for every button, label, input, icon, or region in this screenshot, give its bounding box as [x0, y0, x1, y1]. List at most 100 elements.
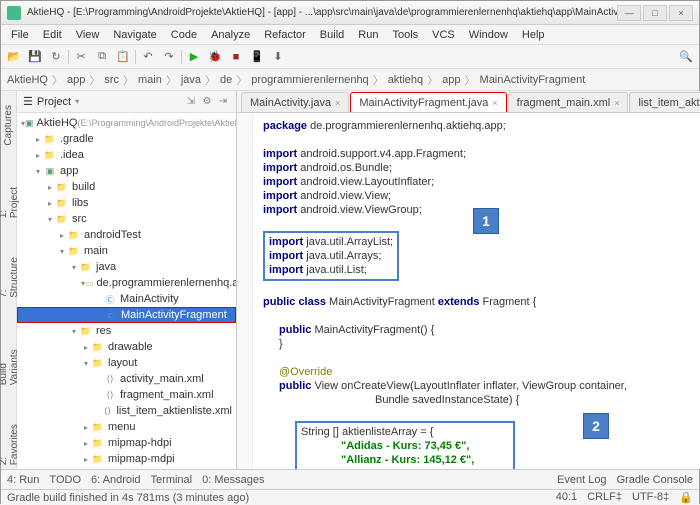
- tree-row[interactable]: ▾▣app: [17, 163, 236, 179]
- chevron-down-icon[interactable]: ▾: [75, 97, 79, 106]
- tree-row[interactable]: ⒸMainActivity: [17, 291, 236, 307]
- breadcrumb-item[interactable]: app: [442, 74, 460, 86]
- breadcrumb-item[interactable]: java: [181, 74, 201, 86]
- expand-arrow-icon[interactable]: ▸: [81, 343, 91, 352]
- minimize-button[interactable]: —: [617, 5, 641, 21]
- project-tree[interactable]: ▾▣AktieHQ (E:\Programming\AndroidProjekt…: [17, 113, 236, 469]
- sdk-icon[interactable]: ⬇: [269, 48, 287, 66]
- menu-vcs[interactable]: VCS: [426, 27, 461, 43]
- tree-row[interactable]: ⟨⟩list_item_aktienliste.xml: [17, 403, 236, 419]
- left-tool-tab[interactable]: 7: Structure: [0, 252, 22, 302]
- tab-close-icon[interactable]: ×: [492, 98, 497, 108]
- save-icon[interactable]: 💾: [26, 48, 44, 66]
- tree-row[interactable]: ▾📁res: [17, 323, 236, 339]
- tree-row[interactable]: ▸📁.gradle: [17, 131, 236, 147]
- editor-tab[interactable]: fragment_main.xml×: [508, 92, 629, 112]
- cut-icon[interactable]: ✂: [72, 48, 90, 66]
- maximize-button[interactable]: □: [643, 5, 667, 21]
- open-icon[interactable]: 📂: [5, 48, 23, 66]
- tree-row[interactable]: ▸📁build: [17, 179, 236, 195]
- bottom-tool-tab[interactable]: 4: Run: [7, 474, 39, 486]
- left-tool-tab[interactable]: 1: Project: [0, 180, 22, 222]
- menu-navigate[interactable]: Navigate: [107, 27, 162, 43]
- tree-row[interactable]: ▸📁mipmap-hdpi: [17, 435, 236, 451]
- gear-icon[interactable]: ⚙: [200, 95, 214, 109]
- breadcrumb-item[interactable]: AktieHQ: [7, 74, 48, 86]
- tree-row[interactable]: ▸📁androidTest: [17, 227, 236, 243]
- breadcrumb-item[interactable]: MainActivityFragment: [480, 74, 586, 86]
- bottom-tool-tab[interactable]: Gradle Console: [617, 474, 693, 486]
- expand-arrow-icon[interactable]: ▸: [45, 199, 55, 208]
- stop-icon[interactable]: ■: [227, 48, 245, 66]
- expand-arrow-icon[interactable]: ▾: [69, 263, 79, 272]
- expand-arrow-icon[interactable]: ▾: [81, 359, 91, 368]
- menu-window[interactable]: Window: [463, 27, 514, 43]
- menu-run[interactable]: Run: [352, 27, 384, 43]
- menu-edit[interactable]: Edit: [37, 27, 68, 43]
- editor-tab[interactable]: MainActivity.java×: [241, 92, 349, 112]
- breadcrumb-item[interactable]: src: [104, 74, 119, 86]
- tree-row[interactable]: ▸📁menu: [17, 419, 236, 435]
- line-separator[interactable]: CRLF‡: [587, 491, 622, 504]
- expand-arrow-icon[interactable]: ▾: [57, 247, 67, 256]
- tab-close-icon[interactable]: ×: [614, 98, 619, 108]
- left-tool-tab[interactable]: Build Variants: [0, 332, 22, 389]
- expand-arrow-icon[interactable]: ▸: [45, 183, 55, 192]
- left-tool-tab[interactable]: Captures: [1, 101, 16, 150]
- tree-row[interactable]: ⟨⟩fragment_main.xml: [17, 387, 236, 403]
- menu-refactor[interactable]: Refactor: [258, 27, 312, 43]
- undo-icon[interactable]: ↶: [139, 48, 157, 66]
- breadcrumb-item[interactable]: de: [220, 74, 232, 86]
- expand-arrow-icon[interactable]: ▸: [81, 423, 91, 432]
- expand-arrow-icon[interactable]: ▾: [33, 167, 43, 176]
- search-icon[interactable]: 🔍: [677, 48, 695, 66]
- close-button[interactable]: ×: [669, 5, 693, 21]
- redo-icon[interactable]: ↷: [160, 48, 178, 66]
- file-encoding[interactable]: UTF-8‡: [632, 491, 669, 504]
- tab-close-icon[interactable]: ×: [335, 98, 340, 108]
- breadcrumb-item[interactable]: aktiehq: [388, 74, 423, 86]
- tree-row[interactable]: ▾📁layout: [17, 355, 236, 371]
- tree-row[interactable]: ▸📁mipmap-xhdpi: [17, 467, 236, 469]
- copy-icon[interactable]: ⧉: [93, 48, 111, 66]
- breadcrumb-item[interactable]: main: [138, 74, 162, 86]
- menu-view[interactable]: View: [70, 27, 106, 43]
- expand-arrow-icon[interactable]: ▾: [69, 327, 79, 336]
- bottom-tool-tab[interactable]: TODO: [49, 474, 81, 486]
- code-editor[interactable]: package de.programmierenlernenhq.aktiehq…: [253, 113, 700, 469]
- expand-arrow-icon[interactable]: ▸: [33, 151, 43, 160]
- expand-arrow-icon[interactable]: ▸: [33, 135, 43, 144]
- bottom-tool-tab[interactable]: Event Log: [557, 474, 607, 486]
- tree-row[interactable]: ▸📁drawable: [17, 339, 236, 355]
- hide-icon[interactable]: ⇥: [216, 95, 230, 109]
- expand-arrow-icon[interactable]: ▸: [81, 439, 91, 448]
- expand-arrow-icon[interactable]: ▾: [45, 215, 55, 224]
- left-tool-tab[interactable]: 2: Favorites: [0, 419, 22, 469]
- breadcrumb-item[interactable]: programmierenlernenhq: [251, 74, 368, 86]
- breadcrumb-item[interactable]: app: [67, 74, 85, 86]
- tree-row[interactable]: ▸📁.idea: [17, 147, 236, 163]
- editor-tab[interactable]: list_item_aktienliste.xml×: [629, 92, 700, 112]
- menu-analyze[interactable]: Analyze: [205, 27, 256, 43]
- lock-icon[interactable]: 🔒: [679, 491, 693, 504]
- expand-arrow-icon[interactable]: ▸: [81, 455, 91, 464]
- debug-icon[interactable]: 🐞: [206, 48, 224, 66]
- run-icon[interactable]: ▶: [185, 48, 203, 66]
- bottom-tool-tab[interactable]: 6: Android: [91, 474, 141, 486]
- bottom-tool-tab[interactable]: Terminal: [151, 474, 193, 486]
- tree-row[interactable]: ▾📁main: [17, 243, 236, 259]
- expand-arrow-icon[interactable]: ▸: [57, 231, 67, 240]
- tree-row[interactable]: ▾▭de.programmierenlernenhq.aktiehq.app: [17, 275, 236, 291]
- menu-file[interactable]: File: [5, 27, 35, 43]
- tree-row[interactable]: ▾📁src: [17, 211, 236, 227]
- tree-row[interactable]: ⒸMainActivityFragment: [17, 307, 236, 323]
- tree-row[interactable]: ⟨⟩activity_main.xml: [17, 371, 236, 387]
- tree-row[interactable]: ▸📁mipmap-mdpi: [17, 451, 236, 467]
- paste-icon[interactable]: 📋: [114, 48, 132, 66]
- sync-icon[interactable]: ↻: [47, 48, 65, 66]
- tree-row[interactable]: ▾📁java: [17, 259, 236, 275]
- avd-icon[interactable]: 📱: [248, 48, 266, 66]
- menu-tools[interactable]: Tools: [386, 27, 424, 43]
- collapse-icon[interactable]: ⇲: [184, 95, 198, 109]
- project-view-label[interactable]: Project: [37, 96, 71, 108]
